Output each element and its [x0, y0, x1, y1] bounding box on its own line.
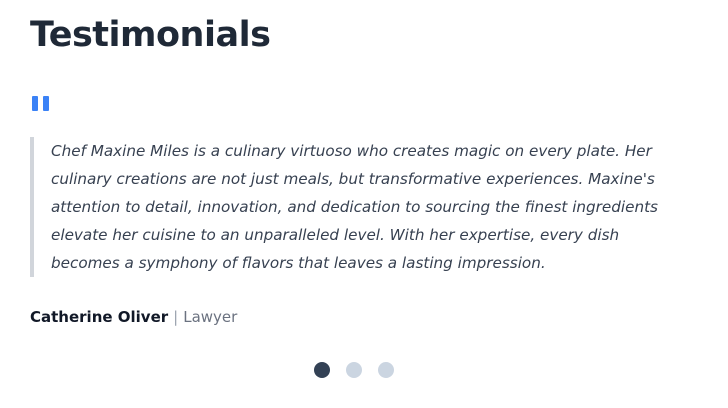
carousel-dot-1[interactable] — [314, 362, 330, 378]
testimonial-quote: Chef Maxine Miles is a culinary virtuoso… — [51, 142, 658, 272]
testimonial-author: Catherine Oliver | Lawyer — [30, 306, 237, 328]
testimonial-blockquote: Chef Maxine Miles is a culinary virtuoso… — [30, 137, 670, 277]
author-role: Lawyer — [183, 308, 238, 326]
author-name: Catherine Oliver — [30, 308, 169, 326]
carousel-dot-3[interactable] — [378, 362, 394, 378]
carousel-dot-2[interactable] — [346, 362, 362, 378]
carousel-pagination — [314, 362, 394, 378]
section-title: Testimonials — [30, 15, 271, 55]
author-separator: | — [173, 308, 179, 326]
quote-icon — [32, 96, 51, 111]
